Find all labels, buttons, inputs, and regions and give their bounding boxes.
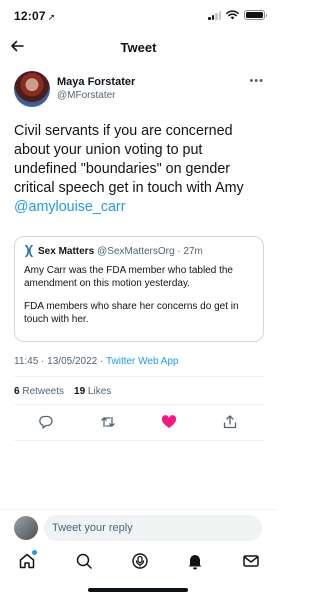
home-indicator[interactable] [88, 588, 188, 592]
quoted-author-name: Sex Matters [38, 245, 95, 257]
quoted-paragraph: FDA members who share her concerns do ge… [24, 301, 239, 325]
quoted-tweet[interactable]: Sex Matters @SexMattersOrg · 27m Amy Car… [14, 236, 264, 342]
tweet-meta: 11:45 · 13/05/2022 · Twitter Web App [14, 356, 179, 367]
tweet-timestamp: 11:45 · 13/05/2022 · [14, 356, 106, 367]
divider [0, 509, 277, 510]
cellular-signal-icon [208, 10, 221, 20]
divider [14, 440, 264, 441]
header: Tweet [0, 34, 277, 60]
quoted-author-handle: @SexMattersOrg · 27m [97, 245, 203, 257]
spaces-icon[interactable] [131, 552, 149, 570]
divider [14, 404, 264, 405]
retweets-count[interactable]: 6 Retweets [14, 386, 64, 397]
reply-icon[interactable] [38, 414, 54, 430]
new-content-dot [32, 550, 37, 555]
tweet-actions [14, 414, 264, 432]
avatar[interactable] [14, 71, 50, 107]
mention-link[interactable]: @amylouise_carr [14, 199, 125, 215]
page-title: Tweet [120, 40, 157, 55]
tweet-text: Civil servants if you are concerned abou… [14, 123, 244, 215]
likes-count[interactable]: 19 Likes [74, 386, 111, 397]
quoted-tweet-body: Amy Carr was the FDA member who tabled t… [24, 264, 254, 326]
more-options-icon[interactable]: ••• [249, 75, 264, 87]
tweet-source-link[interactable]: Twitter Web App [106, 356, 179, 367]
avatar [14, 516, 38, 540]
quoted-tweet-header: Sex Matters @SexMattersOrg · 27m [24, 245, 254, 257]
notifications-icon[interactable] [186, 552, 204, 570]
tweet-stats: 6 Retweets 19 Likes [14, 386, 111, 397]
bottom-tab-bar [0, 548, 277, 578]
status-bar: 12:07 ➚ [0, 0, 277, 30]
retweet-icon[interactable] [100, 414, 116, 430]
search-icon[interactable] [75, 552, 93, 570]
location-arrow-icon: ➚ [47, 12, 56, 22]
battery-icon [244, 10, 267, 20]
divider [14, 376, 264, 377]
sex-matters-logo-icon [25, 245, 33, 257]
share-icon[interactable] [222, 414, 238, 430]
quoted-paragraph: Amy Carr was the FDA member who tabled t… [24, 265, 233, 289]
wifi-icon [226, 10, 239, 20]
author-name[interactable]: Maya Forstater [57, 76, 135, 88]
status-icons [208, 10, 267, 20]
tweet-author[interactable]: Maya Forstater @MForstater ••• [14, 71, 264, 109]
like-icon[interactable] [161, 414, 177, 430]
reply-input[interactable]: Tweet your reply [44, 515, 262, 541]
author-handle[interactable]: @MForstater [57, 90, 116, 101]
status-time: 12:07 ➚ [14, 9, 56, 23]
messages-icon[interactable] [242, 552, 260, 570]
